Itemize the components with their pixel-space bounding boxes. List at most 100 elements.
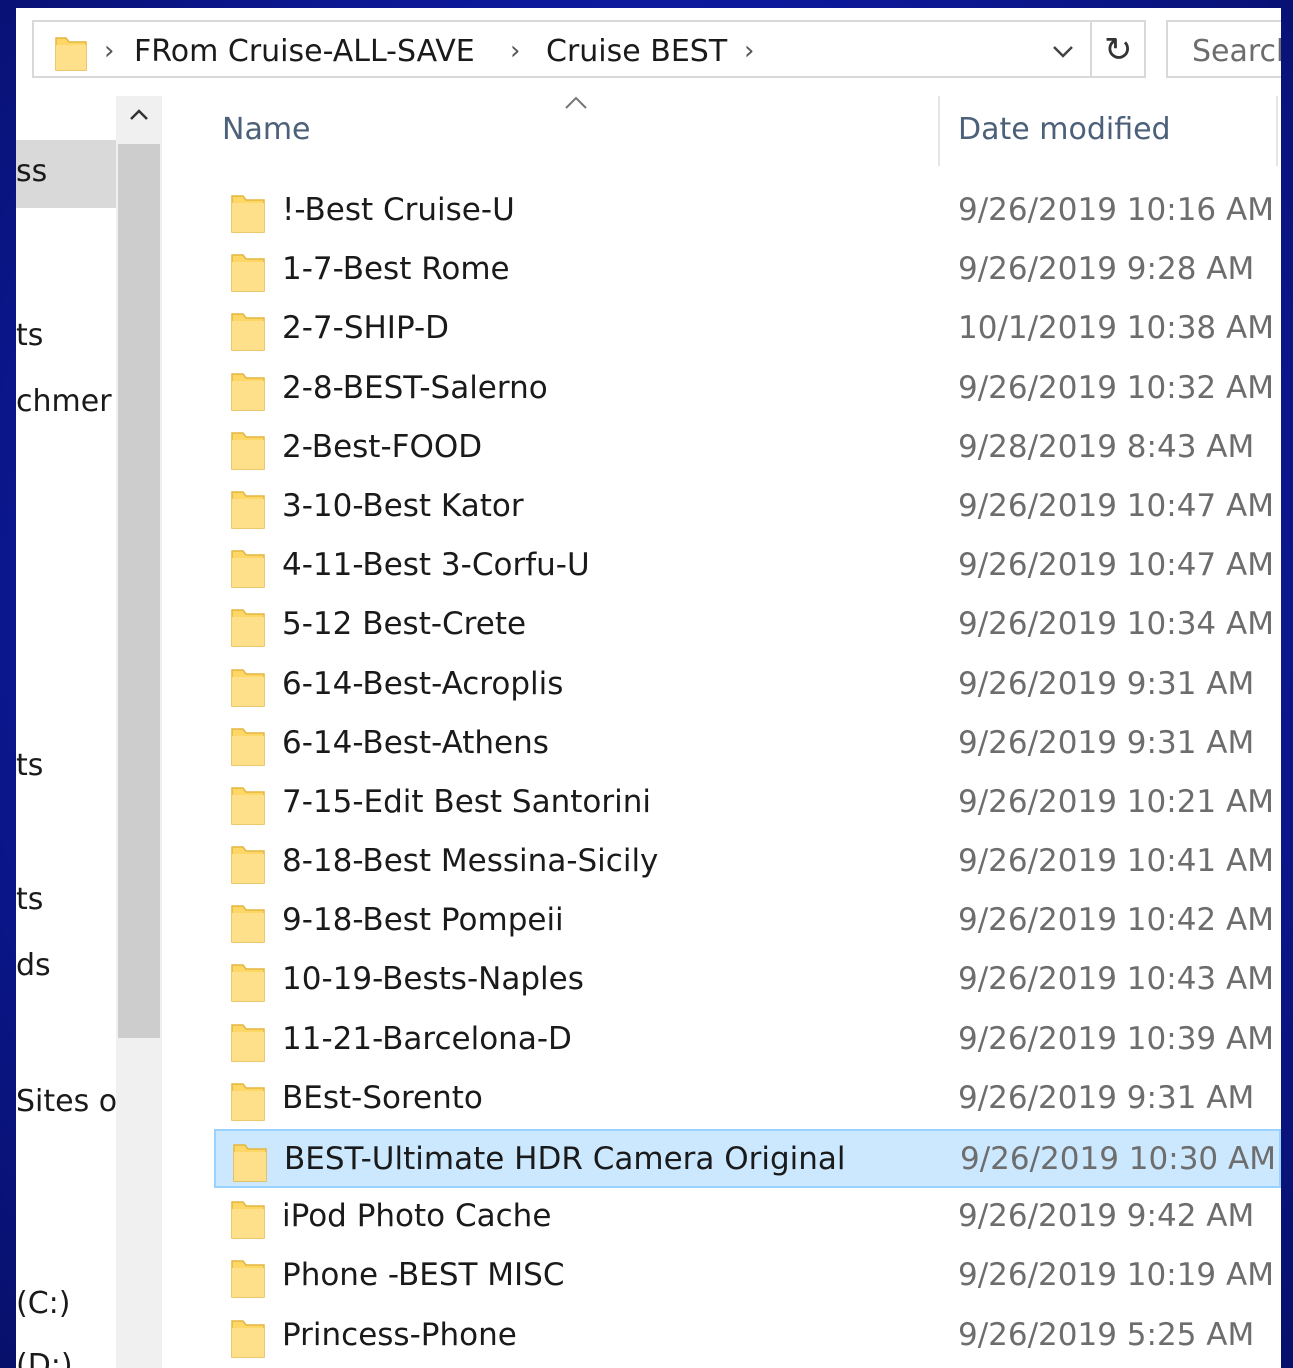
file-row[interactable]: iPod Photo Cache 9/26/2019 9:42 AM <box>214 1188 1281 1247</box>
folder-icon <box>231 609 265 648</box>
breadcrumb-item[interactable]: FRom Cruise-ALL-SAVE <box>134 34 475 69</box>
file-date-modified: 9/26/2019 10:30 AM <box>960 1141 1276 1177</box>
scroll-thumb[interactable] <box>118 144 160 1038</box>
file-date-modified: 9/26/2019 10:47 AM <box>958 487 1274 524</box>
file-row[interactable]: BEst-Sorento 9/26/2019 9:31 AM <box>214 1070 1281 1129</box>
chevron-down-icon[interactable] <box>1048 36 1078 66</box>
folder-icon <box>231 1319 265 1358</box>
scroll-up-icon[interactable] <box>126 102 152 128</box>
file-date-modified: 9/26/2019 5:25 AM <box>958 1316 1255 1353</box>
file-date-modified: 9/26/2019 10:32 AM <box>958 369 1274 406</box>
file-row[interactable]: Princess-Phone 9/26/2019 5:25 AM <box>214 1307 1281 1366</box>
nav-item[interactable]: ts <box>16 882 43 917</box>
divider <box>1090 22 1092 76</box>
breadcrumb-item[interactable]: Cruise BEST <box>546 34 727 69</box>
nav-scrollbar[interactable] <box>116 96 162 1368</box>
file-row[interactable]: 5-12 Best-Crete 9/26/2019 10:34 AM <box>214 596 1281 655</box>
search-input[interactable]: Search <box>1192 34 1281 69</box>
file-date-modified: 9/26/2019 10:21 AM <box>958 783 1274 820</box>
nav-item-label: ss <box>16 154 48 189</box>
folder-icon <box>231 1083 265 1121</box>
column-divider[interactable] <box>938 96 940 166</box>
file-row[interactable]: BEST-Ultimate HDR Camera Original 9/26/20… <box>214 1129 1281 1189</box>
search-box[interactable]: Search <box>1166 20 1281 78</box>
file-date-modified: 9/26/2019 10:42 AM <box>958 902 1274 939</box>
file-row[interactable]: 11-21-Barcelona-D 9/26/2019 10:39 AM <box>214 1011 1281 1070</box>
address-bar[interactable]: › FRom Cruise-ALL-SAVE › Cruise BEST › ↻ <box>32 20 1146 78</box>
folder-icon <box>231 432 265 470</box>
sort-ascending-icon <box>565 96 587 109</box>
chevron-right-icon[interactable]: › <box>744 36 754 66</box>
file-date-modified: 9/26/2019 9:31 AM <box>958 665 1255 702</box>
file-date-modified: 9/26/2019 9:42 AM <box>958 1198 1255 1235</box>
file-date-modified: 9/26/2019 9:31 AM <box>958 1079 1255 1116</box>
file-row[interactable]: 2-Best-FOOD 9/28/2019 8:43 AM <box>214 419 1281 478</box>
nav-item[interactable]: ds <box>16 948 51 983</box>
file-name: BEst-Sorento <box>282 1079 483 1116</box>
folder-icon <box>231 905 265 943</box>
file-row[interactable]: 1-7-Best Rome 9/26/2019 9:28 AM <box>214 241 1281 300</box>
file-row[interactable]: 6-14-Best-Acroplis 9/26/2019 9:31 AM <box>214 656 1281 715</box>
file-row[interactable]: Phone -BEST MISC 9/26/2019 10:19 AM <box>214 1247 1281 1306</box>
file-name: 7-15-Edit Best Santorini <box>282 783 651 820</box>
file-row[interactable]: 6-14-Best-Athens 9/26/2019 9:31 AM <box>214 715 1281 774</box>
folder-icon <box>231 668 265 707</box>
folder-icon <box>231 491 265 529</box>
nav-item[interactable]: ss <box>16 140 116 208</box>
nav-item[interactable]: chmer <box>16 384 112 419</box>
folder-icon <box>231 787 265 825</box>
file-row[interactable]: 9-18-Best Pompeii 9/26/2019 10:42 AM <box>214 892 1281 951</box>
file-name: Phone -BEST MISC <box>282 1257 565 1294</box>
file-explorer-window: › FRom Cruise-ALL-SAVE › Cruise BEST › ↻… <box>16 8 1281 1368</box>
folder-icon <box>231 313 265 352</box>
file-name: Princess-Phone <box>282 1316 517 1353</box>
nav-item[interactable]: Sites or <box>16 1084 116 1119</box>
file-name: 2-7-SHIP-D <box>282 310 450 347</box>
file-name: 5-12 Best-Crete <box>282 606 527 643</box>
file-name: 4-11-Best 3-Corfu-U <box>282 547 590 584</box>
file-name: 2-Best-FOOD <box>282 428 483 465</box>
folder-icon <box>231 964 265 1003</box>
refresh-icon[interactable]: ↻ <box>1104 30 1133 70</box>
nav-item[interactable]: (C:) <box>16 1286 70 1321</box>
folder-icon <box>231 846 265 884</box>
chevron-right-icon[interactable]: › <box>510 36 520 66</box>
file-name: 9-18-Best Pompeii <box>282 902 564 939</box>
file-date-modified: 9/26/2019 9:28 AM <box>958 251 1255 288</box>
folder-icon <box>231 1023 265 1062</box>
file-date-modified: 9/28/2019 8:43 AM <box>958 428 1255 465</box>
folder-icon <box>231 1201 265 1239</box>
file-name: 8-18-Best Messina-Sicily <box>282 843 659 880</box>
file-row[interactable]: 4-11-Best 3-Corfu-U 9/26/2019 10:47 AM <box>214 537 1281 596</box>
nav-item[interactable]: ts <box>16 748 43 783</box>
file-row[interactable]: 3-10-Best Kator 9/26/2019 10:47 AM <box>214 478 1281 537</box>
file-name: 3-10-Best Kator <box>282 487 524 524</box>
folder-icon <box>233 1144 267 1182</box>
column-divider[interactable] <box>1276 96 1278 166</box>
folder-icon <box>231 550 265 588</box>
file-date-modified: 10/1/2019 10:38 AM <box>958 310 1274 347</box>
file-name: 10-19-Bests-Naples <box>282 961 584 998</box>
file-name: !-Best Cruise-U <box>282 192 515 228</box>
file-row[interactable]: 2-8-BEST-Salerno 9/26/2019 10:32 AM <box>214 360 1281 419</box>
file-date-modified: 9/26/2019 10:47 AM <box>958 547 1274 584</box>
file-name: BEST-Ultimate HDR Camera Original <box>284 1141 846 1177</box>
file-row[interactable]: 10-19-Bests-Naples 9/26/2019 10:43 AM <box>214 951 1281 1010</box>
folder-icon <box>231 254 265 292</box>
folder-icon <box>55 37 87 71</box>
file-date-modified: 9/26/2019 10:16 AM <box>958 192 1274 228</box>
file-row[interactable]: !-Best Cruise-U 9/26/2019 10:16 AM <box>214 182 1281 241</box>
nav-item[interactable]: ts <box>16 318 43 353</box>
folder-icon <box>231 1260 265 1299</box>
column-header-date-modified[interactable]: Date modified <box>958 112 1171 147</box>
file-row[interactable]: 8-18-Best Messina-Sicily 9/26/2019 10:41 … <box>214 833 1281 892</box>
navigation-pane: ss ts chmer ts ts ds Sites or (C:) (D:) <box>16 96 116 1368</box>
file-row[interactable]: 7-15-Edit Best Santorini 9/26/2019 10:21 … <box>214 774 1281 833</box>
file-list: !-Best Cruise-U 9/26/2019 10:16 AM 1-7-Bes… <box>214 182 1281 1366</box>
file-name: 11-21-Barcelona-D <box>282 1020 572 1057</box>
nav-item[interactable]: (D:) <box>16 1348 73 1368</box>
column-header-name[interactable]: Name <box>222 112 311 147</box>
file-row[interactable]: 2-7-SHIP-D 10/1/2019 10:38 AM <box>214 300 1281 359</box>
folder-icon <box>231 195 265 233</box>
file-name: 2-8-BEST-Salerno <box>282 369 548 406</box>
